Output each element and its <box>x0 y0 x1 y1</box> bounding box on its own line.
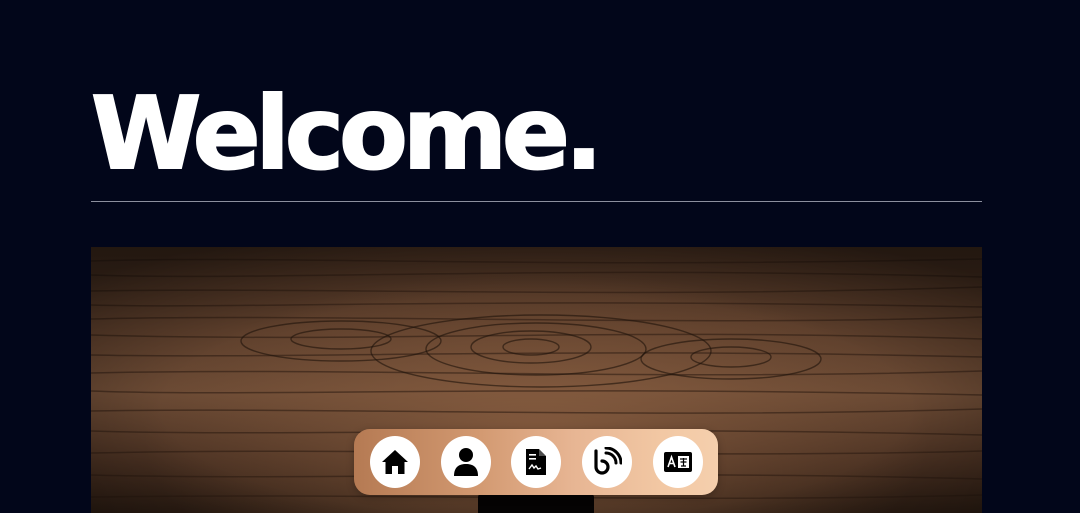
contact-card-icon <box>664 452 692 472</box>
bottom-dock-nav <box>354 429 718 495</box>
blog-button[interactable] <box>582 436 632 488</box>
person-icon <box>454 448 478 476</box>
home-icon <box>382 450 408 474</box>
monitor-stand-silhouette <box>478 494 594 513</box>
home-button[interactable] <box>370 436 420 488</box>
blog-feed-icon <box>594 447 622 475</box>
page-title: Welcome. <box>90 75 604 192</box>
resume-document-icon <box>526 449 546 475</box>
contact-button[interactable] <box>653 436 703 488</box>
title-divider <box>91 201 982 202</box>
about-button[interactable] <box>441 436 491 488</box>
resume-button[interactable] <box>511 436 561 488</box>
page: Welcome. <box>0 0 1080 513</box>
